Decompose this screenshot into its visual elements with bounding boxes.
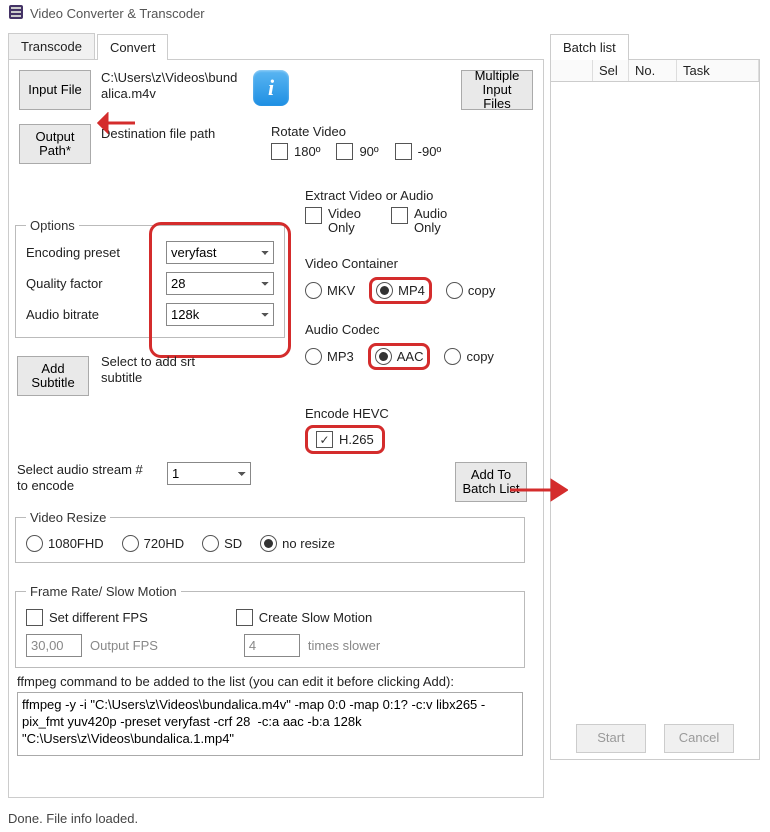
start-button[interactable]: Start [576, 724, 646, 753]
tab-convert[interactable]: Convert [97, 34, 169, 60]
container-mkv-label: MKV [327, 283, 355, 298]
batch-grid-header: Sel No. Task [551, 60, 759, 82]
hevc-label: H.265 [339, 432, 374, 447]
rotate-legend: Rotate Video [271, 124, 489, 139]
cmd-label: ffmpeg command to be added to the list (… [17, 674, 517, 689]
resize-sd-label: SD [224, 536, 242, 551]
rotate-90-checkbox[interactable] [336, 143, 353, 160]
audio-bitrate-select[interactable]: 128k [166, 303, 274, 326]
extract-audio-checkbox[interactable] [391, 207, 408, 224]
subtitle-hint: Select to add srt subtitle [101, 354, 221, 385]
container-copy-label: copy [468, 283, 495, 298]
encoding-preset-label: Encoding preset [26, 245, 120, 260]
hevc-checkbox[interactable] [316, 431, 333, 448]
resize-legend: Video Resize [26, 510, 110, 525]
status-bar: Done. File info loaded. [0, 805, 770, 832]
info-icon[interactable]: i [253, 70, 289, 106]
resize-1080-label: 1080FHD [48, 536, 104, 551]
rotate-180-label: 180º [294, 144, 320, 159]
convert-panel: Input File C:\Users\z\Videos\bundalica.m… [8, 60, 544, 798]
framerate-legend: Frame Rate/ Slow Motion [26, 584, 181, 599]
resize-sd-radio[interactable] [202, 535, 219, 552]
extract-audio-label: Audio Only [414, 207, 447, 236]
rotate-90-label: 90º [359, 144, 378, 159]
extract-video-label: Video Only [328, 207, 361, 236]
tabs: Transcode Convert [8, 33, 544, 60]
setfps-label: Set different FPS [49, 610, 148, 625]
resize-1080-radio[interactable] [26, 535, 43, 552]
batch-grid-body [551, 82, 759, 722]
audiocodec-mp3-radio[interactable] [305, 348, 322, 365]
audiocodec-copy-label: copy [466, 349, 493, 364]
quality-factor-select[interactable]: 28 [166, 272, 274, 295]
options-legend: Options [26, 218, 79, 233]
extract-legend: Extract Video or Audio [305, 188, 523, 203]
batch-col-task[interactable]: Task [677, 60, 759, 81]
slow-hint: times slower [308, 638, 380, 653]
audiocodec-legend: Audio Codec [305, 322, 527, 337]
fps-input [26, 634, 82, 657]
cmd-textarea[interactable]: ffmpeg -y -i "C:\Users\z\Videos\bundalic… [17, 692, 523, 756]
rotate-m90-checkbox[interactable] [395, 143, 412, 160]
rotate-m90-label: -90º [418, 144, 442, 159]
audiocodec-mp3-label: MP3 [327, 349, 354, 364]
multiple-input-button[interactable]: Multiple Input Files [461, 70, 533, 110]
encoding-preset-select[interactable]: veryfast [166, 241, 274, 264]
resize-none-label: no resize [282, 536, 335, 551]
container-mkv-radio[interactable] [305, 282, 322, 299]
audiocodec-copy-radio[interactable] [444, 348, 461, 365]
setfps-checkbox[interactable] [26, 609, 43, 626]
container-mp4-label: MP4 [398, 283, 425, 298]
annotation-arrow-input [97, 112, 137, 137]
slow-input [244, 634, 300, 657]
quality-factor-label: Quality factor [26, 276, 103, 291]
add-subtitle-button[interactable]: Add Subtitle [17, 356, 89, 396]
audiocodec-aac-radio[interactable] [375, 348, 392, 365]
container-legend: Video Container [305, 256, 527, 271]
audio-bitrate-label: Audio bitrate [26, 307, 99, 322]
audio-stream-select[interactable]: 1 [167, 462, 251, 485]
container-copy-radio[interactable] [446, 282, 463, 299]
audio-stream-label: Select audio stream # to encode [17, 462, 157, 493]
tab-transcode[interactable]: Transcode [8, 33, 95, 59]
tab-batch-list[interactable]: Batch list [550, 34, 629, 60]
output-path-button[interactable]: Output Path* [19, 124, 91, 164]
batch-col-sel[interactable]: Sel [593, 60, 629, 81]
app-icon [8, 4, 24, 23]
annotation-arrow-batch [508, 478, 568, 505]
input-file-button[interactable]: Input File [19, 70, 91, 110]
resize-720-radio[interactable] [122, 535, 139, 552]
cancel-button[interactable]: Cancel [664, 724, 734, 753]
resize-none-radio[interactable] [260, 535, 277, 552]
window-title: Video Converter & Transcoder [30, 6, 205, 21]
resize-720-label: 720HD [144, 536, 184, 551]
rotate-180-checkbox[interactable] [271, 143, 288, 160]
slowmo-checkbox[interactable] [236, 609, 253, 626]
batch-col-no[interactable]: No. [629, 60, 677, 81]
extract-video-checkbox[interactable] [305, 207, 322, 224]
input-path-text: C:\Users\z\Videos\bundalica.m4v [101, 70, 243, 103]
slowmo-label: Create Slow Motion [259, 610, 372, 625]
fps-hint: Output FPS [90, 638, 158, 653]
hevc-legend: Encode HEVC [305, 406, 389, 421]
audiocodec-aac-label: AAC [397, 349, 424, 364]
titlebar: Video Converter & Transcoder [0, 0, 770, 27]
container-mp4-radio[interactable] [376, 282, 393, 299]
